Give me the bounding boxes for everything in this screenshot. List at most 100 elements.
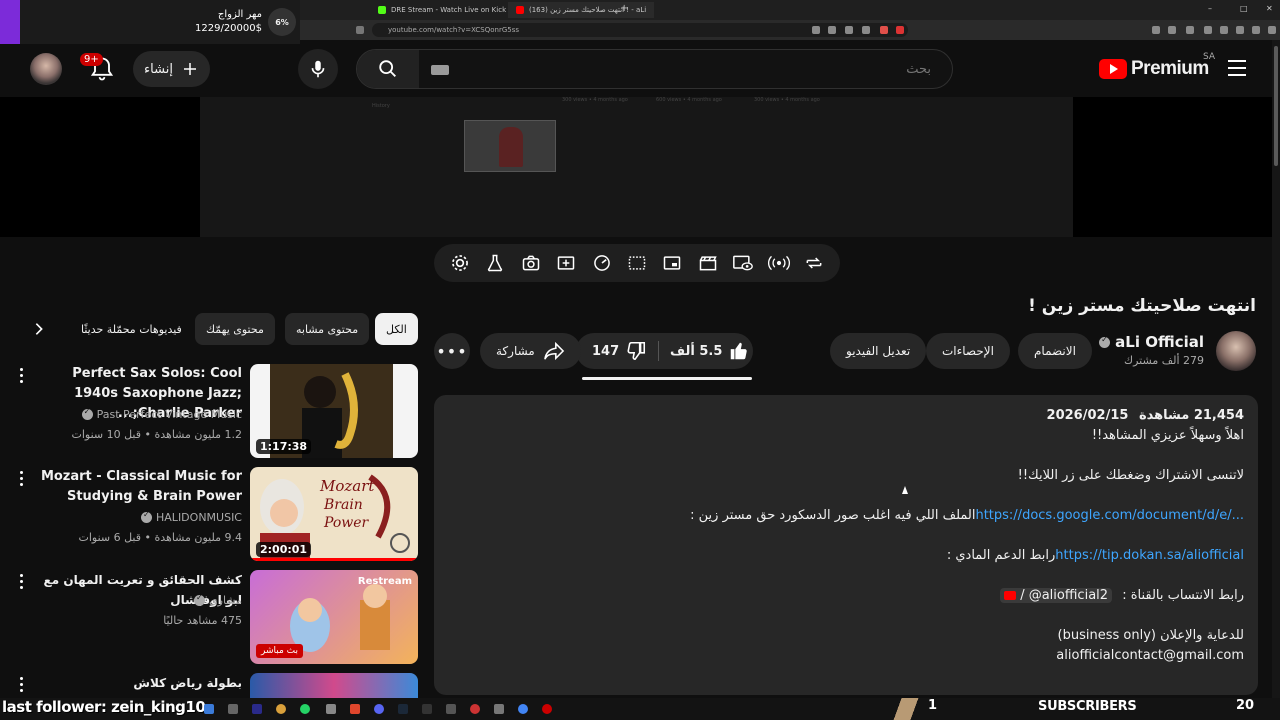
related-thumbnail[interactable]: Mozart Brain Power 2:00:01: [250, 467, 418, 561]
video-player[interactable]: History 300 views • 4 months ago 600 vie…: [0, 97, 1280, 237]
guide-menu-icon[interactable]: [1228, 60, 1246, 76]
broadcast-icon[interactable]: [766, 250, 792, 276]
related-thumbnail[interactable]: 1:17:38: [250, 364, 418, 458]
related-channel[interactable]: HALIDONMUSIC: [141, 510, 242, 524]
extension-icon[interactable]: [1168, 26, 1176, 34]
speed-gauge-icon[interactable]: [589, 250, 615, 276]
more-actions-button[interactable]: •••: [434, 333, 470, 369]
picture-in-picture-icon[interactable]: [659, 250, 685, 276]
chrome-icon[interactable]: [518, 704, 528, 714]
settings-gear-icon[interactable]: [447, 250, 473, 276]
taskbar-app-icon[interactable]: [252, 704, 262, 714]
watch-eye-icon[interactable]: [730, 250, 756, 276]
extension-icon[interactable]: [1220, 26, 1228, 34]
related-title[interactable]: بطولة رياض كلاش: [32, 673, 242, 693]
search-icon: [379, 60, 396, 77]
more-vert-icon[interactable]: [20, 574, 26, 592]
more-vert-icon[interactable]: [20, 368, 26, 386]
extension-icon[interactable]: [1236, 26, 1244, 34]
keyboard-icon[interactable]: [431, 65, 449, 75]
voice-search-button[interactable]: [298, 49, 338, 89]
share-button[interactable]: مشاركة: [480, 333, 581, 369]
chip-recently-uploaded[interactable]: فيديوهات محمّلة حديثًا: [70, 313, 193, 345]
bookmark-icon[interactable]: [356, 26, 364, 34]
ghost-views-c: 300 views • 4 months ago: [754, 97, 820, 103]
discord-icon[interactable]: [374, 704, 384, 714]
translate-icon[interactable]: [812, 26, 820, 34]
brave-icon[interactable]: [350, 704, 360, 714]
related-title[interactable]: Mozart - Classical Music for Studying & …: [32, 467, 242, 507]
taskbar-app-icon[interactable]: [422, 704, 432, 714]
more-vert-icon[interactable]: [20, 471, 26, 489]
edit-video-button[interactable]: تعديل الفيديو: [830, 333, 927, 369]
steam-icon[interactable]: [398, 704, 408, 714]
chevron-right-icon[interactable]: [24, 314, 54, 344]
verified-badge-icon: [1099, 335, 1111, 348]
star-icon[interactable]: [862, 26, 870, 34]
channel-label: مشاري: [209, 594, 242, 607]
related-channel[interactable]: Past Perfect Vintage Music: [81, 407, 242, 421]
clapperboard-icon[interactable]: [695, 250, 721, 276]
mouse-cursor-icon: [902, 486, 908, 494]
taskbar-app-icon[interactable]: [446, 704, 456, 714]
theater-dotted-icon[interactable]: [624, 250, 650, 276]
maximize-icon[interactable]: □: [1240, 4, 1248, 13]
flask-icon[interactable]: [482, 250, 508, 276]
browser-menu-icon[interactable]: [1268, 26, 1276, 34]
brave-shield-icon[interactable]: [880, 26, 888, 34]
stats-button[interactable]: الإحصاءات: [926, 333, 1010, 369]
taskbar-app-icon[interactable]: [228, 704, 238, 714]
chip-related[interactable]: محتوى مشابه: [285, 313, 370, 345]
browser-tab-youtube[interactable]: (163) انتهت صلاحيتك مستر زين ! - aLi: [508, 2, 655, 18]
taskbar-app-icon[interactable]: [494, 704, 504, 714]
brave-rewards-icon[interactable]: [896, 26, 904, 34]
add-frame-icon[interactable]: [553, 250, 579, 276]
donation-title: مهر الزواج: [217, 9, 262, 20]
zoom-icon[interactable]: [828, 26, 836, 34]
profile-icon[interactable]: [1252, 26, 1260, 34]
google-docs-link[interactable]: https://docs.google.com/document/d/e/...: [975, 508, 1244, 523]
channel-handle-chip[interactable]: / @aliofficial2: [1000, 588, 1113, 603]
browser-tab-kick[interactable]: DRE Stream - Watch Live on Kick: [370, 2, 514, 18]
dislike-button[interactable]: 147: [592, 333, 647, 369]
extension-icon[interactable]: [1204, 26, 1212, 34]
channel-name-row[interactable]: aLi Official: [1099, 333, 1204, 351]
taskbar-app-icon[interactable]: [276, 704, 286, 714]
channel-name[interactable]: aLi Official: [1115, 333, 1204, 351]
chip-for-you[interactable]: محتوى يهمّك: [195, 313, 275, 345]
related-thumbnail[interactable]: Restream بث مباشر: [250, 570, 418, 664]
channel-avatar[interactable]: [1216, 331, 1256, 371]
new-tab-icon[interactable]: +: [620, 3, 628, 14]
channel-label: Past Perfect Vintage Music: [96, 408, 242, 421]
subscribers-count: 20: [1236, 698, 1255, 713]
account-avatar[interactable]: [30, 53, 62, 85]
share-page-icon[interactable]: [845, 26, 853, 34]
extension-icon[interactable]: [1186, 26, 1194, 34]
camera-screenshot-icon[interactable]: [518, 250, 544, 276]
search-input[interactable]: [457, 54, 937, 84]
video-frame-thumbnail: [464, 120, 556, 172]
related-channel[interactable]: مشاري: [194, 593, 242, 607]
chip-all[interactable]: الكل: [375, 313, 418, 345]
like-button[interactable]: 5.5 ألف: [670, 333, 750, 369]
youtube-premium-logo[interactable]: Premium: [1099, 58, 1209, 80]
obs-icon[interactable]: [542, 704, 552, 714]
more-vert-icon[interactable]: [20, 677, 26, 695]
taskbar-app-icon[interactable]: [470, 704, 480, 714]
page-scrollbar[interactable]: [1272, 40, 1280, 720]
taskbar-app-icon[interactable]: [204, 704, 214, 714]
create-button[interactable]: إنشاء: [133, 51, 210, 87]
loop-icon[interactable]: [801, 250, 827, 276]
related-thumbnail[interactable]: [250, 673, 418, 698]
scrollbar-thumb[interactable]: [1274, 46, 1278, 166]
tip-link[interactable]: https://tip.dokan.sa/aliofficial: [1055, 548, 1244, 563]
contact-email[interactable]: aliofficialcontact@gmail.com: [1056, 648, 1244, 663]
extension-icon[interactable]: [1152, 26, 1160, 34]
close-window-icon[interactable]: ✕: [1266, 4, 1273, 13]
taskbar-app-icon[interactable]: [326, 704, 336, 714]
join-button[interactable]: الانضمام: [1018, 333, 1092, 369]
description-box[interactable]: 21,454 مشاهدة 2026/02/15 اهلاً وسهلاً عز…: [434, 395, 1258, 695]
whatsapp-icon[interactable]: [300, 704, 310, 714]
minimize-icon[interactable]: –: [1208, 4, 1212, 13]
search-button[interactable]: [357, 50, 419, 88]
